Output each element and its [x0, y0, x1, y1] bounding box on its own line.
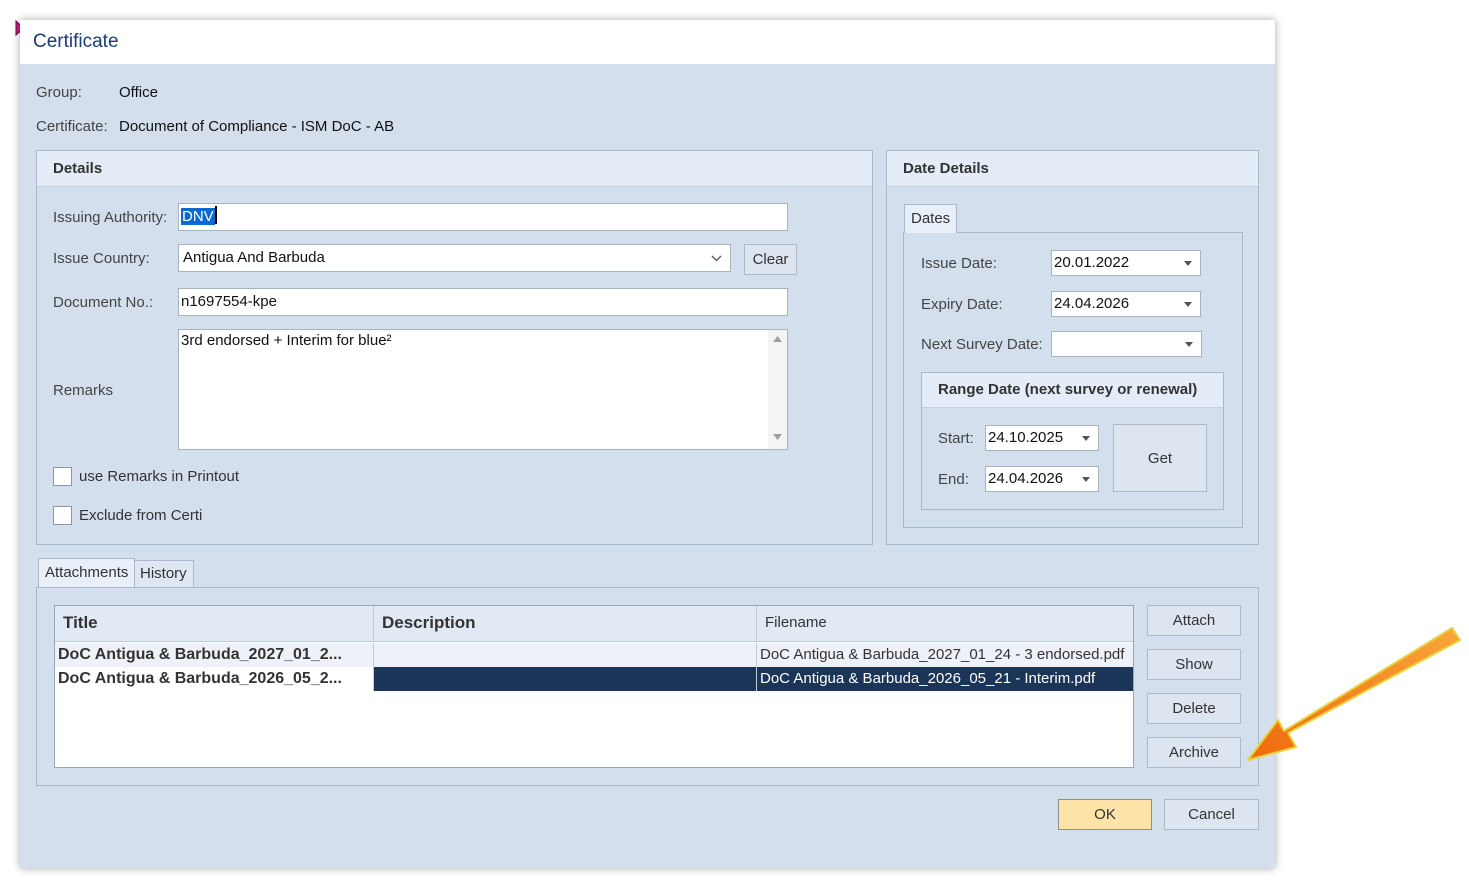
row-description [374, 643, 757, 667]
attach-button[interactable]: Attach [1147, 605, 1241, 636]
remarks-value: 3rd endorsed + Interim for blue² [181, 332, 392, 349]
range-start-picker[interactable]: 24.10.2025 [985, 425, 1099, 451]
range-start-value: 24.10.2025 [988, 429, 1064, 446]
delete-button[interactable]: Delete [1147, 693, 1241, 724]
issue-date-value: 20.01.2022 [1054, 254, 1130, 271]
dropdown-arrow-icon [1184, 261, 1192, 266]
issuing-authority-label: Issuing Authority: [53, 209, 168, 226]
issue-country-label: Issue Country: [53, 250, 150, 267]
dropdown-arrow-icon [1082, 436, 1090, 441]
show-button[interactable]: Show [1147, 649, 1241, 680]
dates-tab-content: Issue Date: 20.01.2022 Expiry Date: 24.0… [903, 232, 1243, 528]
remarks-textarea[interactable]: 3rd endorsed + Interim for blue² [178, 329, 788, 450]
column-header-title[interactable]: Title [55, 606, 374, 642]
use-remarks-checkbox[interactable] [53, 467, 72, 486]
ok-button[interactable]: OK [1058, 799, 1152, 830]
chevron-down-icon [711, 255, 722, 262]
range-date-title: Range Date (next survey or renewal) [938, 381, 1198, 398]
document-no-value: n1697554-kpe [181, 293, 277, 310]
remarks-label: Remarks [53, 382, 114, 399]
row-title: DoC Antigua & Barbuda_2026_05_2... [55, 667, 374, 691]
clear-button[interactable]: Clear [744, 244, 797, 275]
row-description [374, 667, 757, 691]
range-date-group: Range Date (next survey or renewal) Star… [921, 372, 1224, 510]
group-label: Group: [36, 84, 82, 101]
remarks-scrollbar[interactable] [768, 330, 787, 449]
next-survey-date-picker[interactable] [1051, 331, 1202, 357]
scroll-down-icon[interactable] [773, 434, 782, 440]
attachments-grid[interactable]: Title Description Filename DoC Antigua &… [54, 605, 1134, 768]
expiry-date-picker[interactable]: 24.04.2026 [1051, 291, 1201, 317]
dialog-titlebar: Certificate [20, 20, 1275, 64]
date-details-title: Date Details [903, 160, 989, 177]
expiry-date-value: 24.04.2026 [1054, 295, 1130, 312]
issuing-authority-selected-text: DNV [181, 208, 215, 225]
archive-button[interactable]: Archive [1147, 737, 1241, 768]
certificate-value: Document of Compliance - ISM DoC - AB [119, 118, 395, 135]
exclude-checkbox[interactable] [53, 506, 72, 525]
exclude-label: Exclude from Certi [79, 507, 203, 524]
details-panel: Details Issuing Authority: DNV Issue Cou… [36, 150, 873, 545]
document-no-label: Document No.: [53, 294, 154, 311]
range-end-picker[interactable]: 24.04.2026 [985, 466, 1099, 492]
use-remarks-label: use Remarks in Printout [79, 468, 240, 485]
date-details-panel: Date Details Dates Issue Date: 20.01.202… [886, 150, 1259, 545]
tab-dates[interactable]: Dates [904, 204, 958, 233]
text-caret [214, 206, 217, 224]
table-row-selected[interactable]: DoC Antigua & Barbuda_2026_05_2... DoC A… [55, 667, 1133, 691]
certificate-dialog: Certificate Group: Office Certificate: D… [20, 20, 1275, 868]
issue-date-picker[interactable]: 20.01.2022 [1051, 250, 1201, 276]
arrow-icon [1247, 627, 1461, 761]
row-filename: DoC Antigua & Barbuda_2026_05_21 - Inter… [757, 667, 1133, 691]
column-header-description[interactable]: Description [374, 606, 757, 642]
document-no-input[interactable]: n1697554-kpe [178, 288, 788, 316]
dropdown-arrow-icon [1185, 342, 1193, 347]
get-button[interactable]: Get [1113, 424, 1207, 492]
group-value: Office [119, 84, 158, 101]
scroll-up-icon[interactable] [773, 336, 782, 342]
issue-country-select[interactable]: Antigua And Barbuda [178, 244, 731, 272]
details-title: Details [53, 160, 103, 177]
dropdown-arrow-icon [1184, 302, 1192, 307]
cancel-button[interactable]: Cancel [1164, 799, 1259, 830]
certificate-label: Certificate: [36, 118, 108, 135]
next-survey-date-label: Next Survey Date: [921, 336, 1043, 353]
expiry-date-label: Expiry Date: [921, 296, 1003, 313]
issuing-authority-input[interactable]: DNV [178, 203, 788, 231]
dialog-title: Certificate [33, 31, 119, 52]
table-row[interactable]: DoC Antigua & Barbuda_2027_01_2... DoC A… [55, 643, 1133, 667]
row-filename: DoC Antigua & Barbuda_2027_01_24 - 3 end… [760, 646, 1125, 663]
grid-header: Title Description Filename [55, 606, 1133, 642]
column-header-filename[interactable]: Filename [757, 606, 1133, 642]
tab-history[interactable]: History [133, 560, 194, 587]
range-start-label: Start: [938, 430, 974, 447]
issue-country-value: Antigua And Barbuda [183, 249, 325, 266]
tab-attachments[interactable]: Attachments [38, 558, 136, 587]
range-end-value: 24.04.2026 [988, 470, 1064, 487]
row-title: DoC Antigua & Barbuda_2027_01_2... [55, 643, 374, 667]
issue-date-label: Issue Date: [921, 255, 997, 272]
range-end-label: End: [938, 471, 969, 488]
dropdown-arrow-icon [1082, 477, 1090, 482]
